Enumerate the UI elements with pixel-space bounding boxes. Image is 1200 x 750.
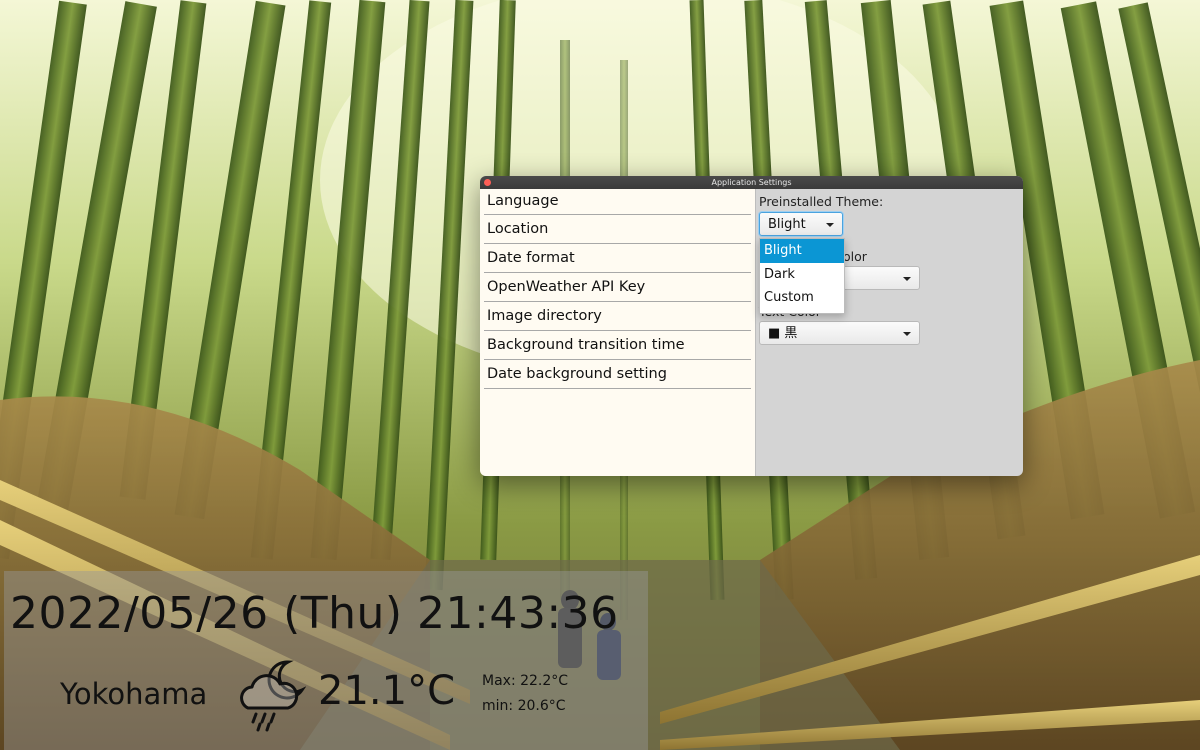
menu-item-location[interactable]: Location [484,215,751,244]
background-color-label: olor [843,249,867,264]
text-color-value: ■ 黒 [768,326,798,341]
menu-item-image-directory[interactable]: Image directory [484,302,751,331]
menu-item-date-format[interactable]: Date format [484,244,751,273]
menu-item-transition-time[interactable]: Background transition time [484,331,751,360]
menu-item-language[interactable]: Language [484,189,751,215]
chevron-down-icon [826,223,834,227]
theme-label: Preinstalled Theme: [759,194,884,209]
city-name: Yokohama [60,677,208,711]
chevron-down-icon [903,277,911,281]
window-titlebar[interactable]: Application Settings [480,176,1023,189]
max-temperature: Max: 22.2°C [482,673,569,689]
chevron-down-icon [903,332,911,336]
current-temperature: 21.1°C [318,668,455,714]
theme-option-blight[interactable]: Blight [760,239,844,263]
date-time-display: 2022/05/26 (Thu) 21:43:36 [10,588,619,639]
theme-dropdown-list: Blight Dark Custom [759,238,845,314]
close-icon[interactable] [484,179,491,186]
menu-item-api-key[interactable]: OpenWeather API Key [484,273,751,302]
min-temperature: min: 20.6°C [482,698,566,714]
settings-detail: Preinstalled Theme: Blight olor Text Col… [756,189,1023,476]
text-color-select[interactable]: ■ 黒 [759,321,920,345]
settings-menu: Language Location Date format OpenWeathe… [480,189,756,476]
window-title: Application Settings [711,178,792,187]
theme-select[interactable]: Blight [759,212,843,236]
settings-window: Application Settings Language Location D… [480,176,1023,476]
theme-option-custom[interactable]: Custom [760,286,844,310]
theme-select-value: Blight [768,217,806,232]
theme-option-dark[interactable]: Dark [760,263,844,287]
cloud-moon-rain-icon [236,658,307,738]
menu-item-date-background[interactable]: Date background setting [484,360,751,389]
